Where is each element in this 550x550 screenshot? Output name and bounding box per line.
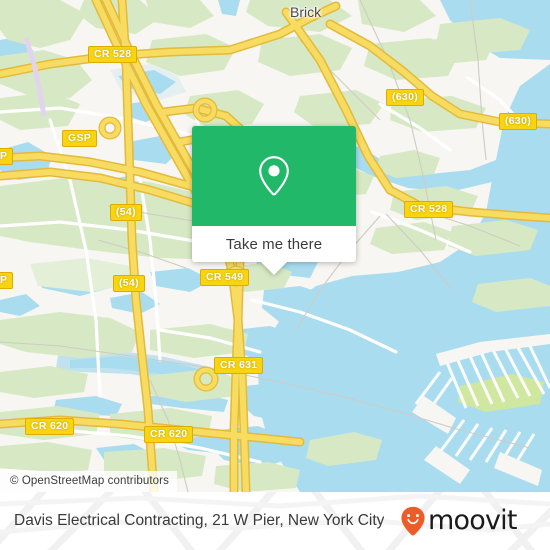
road-shield: (54)	[113, 275, 145, 292]
footer-bar: Davis Electrical Contracting, 21 W Pier,…	[0, 492, 550, 550]
moovit-smiley-pin-icon	[401, 506, 425, 536]
map-view[interactable]: Brick CR 528 GSP (630) (630) CR 528 (54)…	[0, 0, 550, 492]
road-shield: (630)	[499, 113, 538, 130]
popup-pin-panel	[192, 126, 356, 226]
road-shield: CR 528	[404, 201, 454, 218]
location-popup[interactable]: Take me there	[192, 126, 356, 275]
road-shield: CR 549	[200, 269, 250, 286]
road-shield: CR 631	[214, 357, 264, 374]
road-shield: CR 620	[144, 426, 194, 443]
road-shield: P	[0, 148, 14, 165]
road-shield: (54)	[110, 204, 142, 221]
moovit-location-card: Brick CR 528 GSP (630) (630) CR 528 (54)…	[0, 0, 550, 550]
moovit-brand-logo[interactable]: moovit	[400, 506, 536, 536]
road-shield: (630)	[386, 89, 425, 106]
road-shield: CR 620	[25, 418, 75, 435]
location-title: Davis Electrical Contracting, 21 W Pier,…	[14, 512, 385, 529]
road-shield: CR 528	[88, 46, 138, 63]
moovit-wordmark: moovit	[428, 506, 518, 536]
take-me-there-button[interactable]: Take me there	[192, 226, 356, 262]
road-shield: P	[0, 272, 14, 289]
popup-pointer	[261, 262, 287, 275]
svg-text:moovit: moovit	[428, 506, 517, 536]
map-pin-icon	[259, 156, 289, 196]
road-shield: GSP	[62, 130, 98, 147]
osm-attribution[interactable]: © OpenStreetMap contributors	[0, 471, 177, 492]
take-me-there-label: Take me there	[225, 235, 323, 253]
map-place-label-brick: Brick	[290, 4, 322, 20]
